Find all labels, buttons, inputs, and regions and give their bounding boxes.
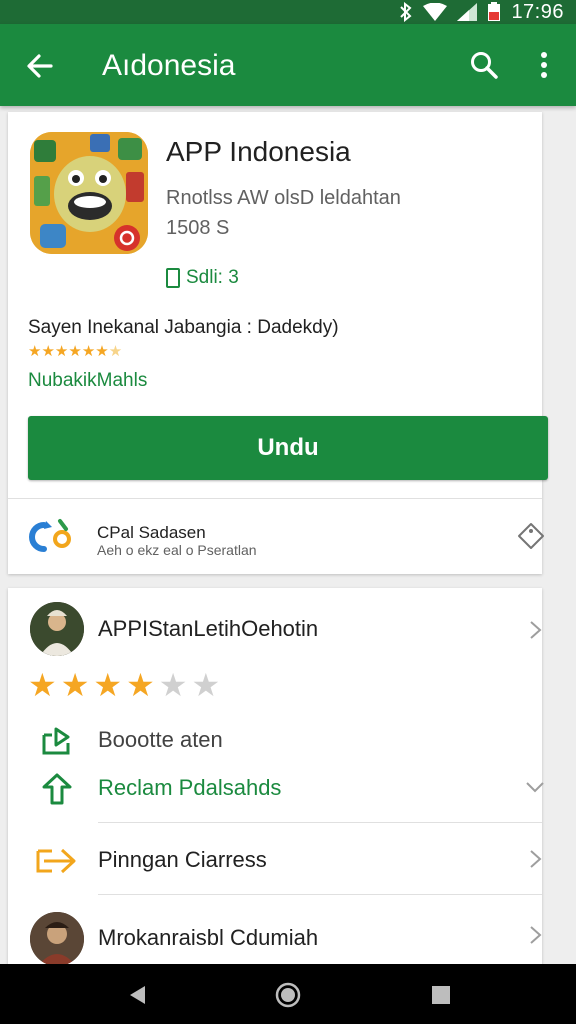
search-button[interactable]: [466, 47, 502, 83]
star-icon: ★: [95, 343, 109, 360]
app-size: 1508 S: [166, 217, 230, 239]
star-icon: ★: [108, 343, 123, 360]
detail-row-1-label: Boootte aten: [98, 727, 223, 752]
share-title: CPal Sadasen: [97, 523, 206, 542]
app-category[interactable]: NubakikMahls: [28, 370, 147, 392]
home-circle-icon: [275, 982, 301, 1008]
star-icon: ★: [81, 343, 96, 360]
signal-icon: [457, 3, 478, 21]
battery-icon: [487, 2, 501, 22]
status-time: 17:96: [511, 0, 564, 23]
share-row[interactable]: CPal Sadasen Aeh o ekz eal o Pseratlan: [8, 499, 544, 574]
share-subtitle: Aeh o ekz eal o Pseratlan: [97, 542, 257, 558]
divider: [98, 894, 542, 895]
chevron-right-icon: [524, 619, 546, 641]
install-button[interactable]: Undu: [28, 416, 548, 480]
login-arrow-icon: [28, 832, 86, 890]
divider: [98, 822, 542, 823]
star-icon: ★: [191, 667, 221, 703]
detail-row-4[interactable]: Mrokanraisbl Cdumiah: [8, 910, 542, 968]
chevron-right-icon: [524, 848, 546, 870]
author-rating-stars: ★ ★ ★ ★ ★ ★: [28, 668, 220, 702]
star-icon: ★: [68, 343, 82, 360]
avatar: [30, 912, 84, 966]
install-info-label: Sdli: 3: [186, 267, 239, 288]
avatar: [30, 602, 84, 656]
more-vert-icon: [541, 52, 547, 78]
arrow-back-icon: [27, 54, 53, 78]
home-nav-button[interactable]: [275, 982, 301, 1008]
author-row[interactable]: APPIStanLetihOehotin: [8, 600, 542, 660]
author-name: APPIStanLetihOehotin: [98, 616, 319, 641]
chevron-down-icon: [524, 776, 546, 798]
bluetooth-icon: [399, 2, 413, 22]
star-icon: ★: [54, 343, 69, 360]
app-bar: Aıdonesia: [0, 24, 576, 106]
detail-row-3[interactable]: Pinngan Ciarress: [8, 840, 542, 880]
star-icon: ★: [28, 667, 57, 703]
detail-row-3-label: Pinngan Ciarress: [98, 847, 267, 872]
star-icon: ★: [28, 343, 42, 360]
install-info: Sdli: 3: [166, 267, 239, 289]
detail-row-2-label: Reclam Pdalsahds: [98, 775, 282, 800]
phone-icon: [166, 268, 180, 288]
back-nav-button[interactable]: [124, 982, 150, 1008]
page-title: Aıdonesia: [102, 49, 236, 82]
app-description: Sayen Inekanal Jabangia : Dadekdy): [28, 317, 339, 338]
detail-row-4-label: Mrokanraisbl Cdumiah: [98, 925, 319, 950]
star-icon: ★: [60, 667, 90, 703]
recents-nav-button[interactable]: [428, 982, 454, 1008]
upload-icon: [28, 760, 86, 818]
detail-row-2[interactable]: Reclam Pdalsahds: [8, 768, 544, 808]
search-icon: [471, 52, 498, 79]
app-icon: [30, 132, 148, 254]
wifi-icon: [423, 3, 448, 21]
back-button[interactable]: [22, 48, 58, 84]
person-avatar: [28, 910, 86, 968]
star-icon: ★: [126, 667, 155, 703]
app-developer: Rnotlss AW olsD leldahtan: [166, 187, 401, 209]
triangle-back-icon: [130, 986, 145, 1004]
chevron-right-icon: [524, 924, 546, 946]
star-icon: ★: [158, 667, 188, 703]
tag-icon[interactable]: [516, 521, 546, 551]
share-logo-icon: [26, 517, 74, 557]
author-avatar: [28, 600, 86, 658]
app-header-card: APP Indonesia Rnotlss AW olsD leldahtan …: [8, 112, 548, 574]
system-nav-bar: [0, 964, 576, 1024]
app-rating-stars: ★ ★ ★ ★ ★ ★ ★: [28, 344, 122, 360]
details-card: APPIStanLetihOehotin ★ ★ ★ ★ ★ ★ Boootte aten…: [8, 588, 544, 968]
square-recents-icon: [432, 986, 450, 1004]
more-options-button[interactable]: [528, 47, 560, 83]
app-name: APP Indonesia: [166, 136, 351, 167]
status-bar: 17:96: [0, 0, 576, 24]
star-icon: ★: [41, 343, 55, 360]
star-icon: ★: [93, 667, 123, 703]
detail-row-1[interactable]: Boootte aten: [8, 720, 542, 760]
